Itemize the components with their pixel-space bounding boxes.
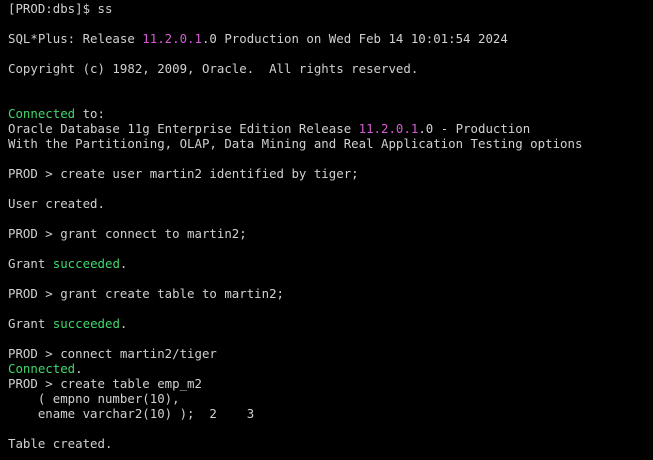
command-continuation-text: ( empno number(10), <box>8 391 180 406</box>
command-text: PROD > connect martin2/tiger <box>8 346 217 361</box>
command-line: PROD > grant create table to martin2; <box>8 286 284 301</box>
command-line: PROD > create user martin2 identified by… <box>8 166 359 181</box>
command-line: PROD > connect martin2/tiger <box>8 346 217 361</box>
command-text: PROD > create table emp_m2 <box>8 376 202 391</box>
output-line: User created. <box>8 196 105 211</box>
output-prefix: Grant <box>8 256 53 271</box>
sqlplus-banner-line: SQL*Plus: Release 11.2.0.1.0 Production … <box>8 31 508 46</box>
db-version-suffix: .0 - Production <box>418 121 531 136</box>
command-line: PROD > create table emp_m2 <box>8 376 202 391</box>
output-prefix: Grant <box>8 316 53 331</box>
command-continuation-line: ( empno number(10), <box>8 391 180 406</box>
succeeded-word: succeeded <box>52 316 120 331</box>
shell-prompt-line: [PROD:dbs]$ ss <box>8 1 112 16</box>
command-text: PROD > grant connect to martin2; <box>8 226 247 241</box>
output-line: Grant succeeded. <box>8 256 127 271</box>
command-continuation-text: ename varchar2(10) ); 2 3 <box>8 406 255 421</box>
succeeded-word: succeeded <box>52 256 120 271</box>
db-version-prefix: Oracle Database 11g Enterprise Edition R… <box>8 121 359 136</box>
banner-version: 11.2.0.1 <box>142 31 202 46</box>
command-continuation-line: ename varchar2(10) ); 2 3 <box>8 406 254 421</box>
command-text: PROD > create user martin2 identified by… <box>8 166 359 181</box>
banner-prefix: SQL*Plus: Release <box>8 31 143 46</box>
connected-to-line: Connected to: <box>8 106 105 121</box>
output-text: User created. <box>8 196 105 211</box>
output-line: Grant succeeded. <box>8 316 127 331</box>
shell-prompt-text: [PROD:dbs]$ ss <box>8 1 113 16</box>
output-suffix: . <box>119 316 128 331</box>
command-line: PROD > grant connect to martin2; <box>8 226 247 241</box>
banner-suffix: .0 Production on Wed Feb 14 10:01:54 202… <box>201 31 508 46</box>
connected-word: Connected <box>8 106 76 121</box>
output-line: Table created. <box>8 436 112 451</box>
output-text: Table created. <box>8 436 113 451</box>
db-version-line: Oracle Database 11g Enterprise Edition R… <box>8 121 530 136</box>
copyright-text: Copyright (c) 1982, 2009, Oracle. All ri… <box>8 61 419 76</box>
connected-word: Connected <box>8 361 76 376</box>
command-text: PROD > grant create table to martin2; <box>8 286 285 301</box>
terminal-window[interactable]: [PROD:dbs]$ ss SQL*Plus: Release 11.2.0.… <box>0 0 653 460</box>
copyright-line: Copyright (c) 1982, 2009, Oracle. All ri… <box>8 61 418 76</box>
db-options-line: With the Partitioning, OLAP, Data Mining… <box>8 136 582 151</box>
db-version-number: 11.2.0.1 <box>358 121 419 136</box>
db-options-text: With the Partitioning, OLAP, Data Mining… <box>8 136 583 151</box>
output-suffix: . <box>119 256 128 271</box>
output-line: Connected. <box>8 361 83 376</box>
connected-to-rest: to: <box>75 106 105 121</box>
output-suffix: . <box>75 361 83 376</box>
